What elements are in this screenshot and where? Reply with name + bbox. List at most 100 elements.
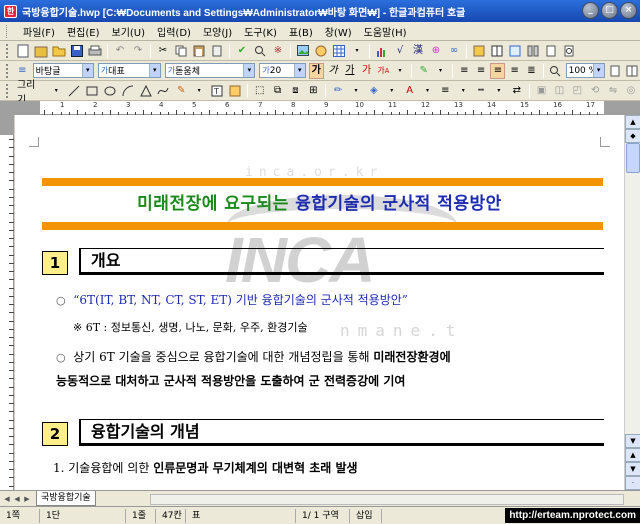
- menu-format[interactable]: 모양(J): [197, 24, 238, 39]
- scroll-down-icon[interactable]: ▼: [625, 434, 640, 448]
- insert-drawing-icon[interactable]: [313, 43, 329, 59]
- chevron-down-icon[interactable]: ▾: [243, 64, 255, 77]
- curve-icon[interactable]: [156, 83, 172, 99]
- paste-icon[interactable]: [191, 43, 207, 59]
- align-justify-button[interactable]: ≡: [457, 63, 472, 79]
- full-page-icon[interactable]: [608, 63, 623, 79]
- close-button[interactable]: ×: [620, 2, 637, 19]
- document-tab[interactable]: 국방융합기술: [36, 491, 96, 506]
- copy-icon[interactable]: [173, 43, 189, 59]
- document-page[interactable]: inca.or.kr INCA nmane.t 미래전장에 요구되는 융합기술의…: [15, 115, 624, 490]
- redo-icon[interactable]: ↷: [130, 43, 146, 59]
- open-folder-icon[interactable]: [51, 43, 67, 59]
- undo-icon[interactable]: ↶: [112, 43, 128, 59]
- align-left-button[interactable]: ≡: [474, 63, 489, 79]
- menu-grip[interactable]: [6, 24, 9, 38]
- two-page-icon[interactable]: [624, 63, 639, 79]
- line-color-icon[interactable]: ✏: [330, 83, 346, 99]
- menu-window[interactable]: 창(W): [319, 24, 358, 39]
- toolbar-grip[interactable]: [6, 43, 9, 58]
- next-page-icon[interactable]: ▼: [625, 462, 640, 476]
- textbox-icon[interactable]: T: [209, 83, 225, 99]
- chart-icon[interactable]: [374, 43, 390, 59]
- scroll-thumb[interactable]: [626, 143, 640, 173]
- hanja-icon[interactable]: 漢: [410, 43, 426, 59]
- page-setup-icon[interactable]: [543, 43, 559, 59]
- hyperlink-icon[interactable]: ∞: [446, 43, 462, 59]
- dash-dropdown-icon[interactable]: ▾: [491, 83, 507, 99]
- minimize-button[interactable]: _: [582, 2, 599, 19]
- spellcheck-icon[interactable]: ✔: [234, 43, 250, 59]
- highlight-button[interactable]: ✎: [416, 63, 431, 79]
- menu-edit[interactable]: 편집(E): [61, 24, 106, 39]
- new-document-icon[interactable]: [15, 43, 31, 59]
- align-center-button[interactable]: ≡: [490, 62, 506, 79]
- status-insert[interactable]: 삽입: [350, 508, 382, 523]
- line-style-icon[interactable]: ≡: [437, 83, 453, 99]
- scroll-up-icon[interactable]: ▲: [625, 115, 640, 129]
- font-color-dropdown-icon[interactable]: ▾: [420, 83, 436, 99]
- new-window-icon[interactable]: [33, 43, 49, 59]
- ellipse-icon[interactable]: [102, 83, 118, 99]
- prev-tab-icon[interactable]: ◀: [12, 493, 22, 505]
- fill-dropdown-icon[interactable]: ▾: [384, 83, 400, 99]
- chevron-down-icon[interactable]: ▾: [592, 64, 604, 77]
- menu-insert[interactable]: 입력(D): [151, 24, 197, 39]
- scroll-more-icon[interactable]: ·: [625, 476, 640, 490]
- bring-front-icon[interactable]: ⊞: [305, 83, 321, 99]
- polygon-icon[interactable]: [138, 83, 154, 99]
- group-icon[interactable]: ⧉: [270, 83, 286, 99]
- draw-dropdown-icon[interactable]: ▾: [48, 83, 64, 99]
- maximize-button[interactable]: □: [601, 2, 618, 19]
- vertical-ruler[interactable]: [0, 115, 14, 490]
- char-map-icon[interactable]: ※: [270, 43, 286, 59]
- line-icon[interactable]: [66, 83, 82, 99]
- table-dropdown-icon[interactable]: ▾: [349, 43, 365, 59]
- ungroup-icon[interactable]: ⧈: [288, 83, 304, 99]
- zoom-combo[interactable]: 100 % ▾: [565, 63, 605, 78]
- arc-icon[interactable]: [120, 83, 136, 99]
- select-object-icon[interactable]: ⬚: [252, 83, 268, 99]
- underline-button[interactable]: 가: [342, 63, 357, 79]
- fill-color-icon[interactable]: ◈: [366, 83, 382, 99]
- font-color-draw-icon[interactable]: A: [402, 83, 418, 99]
- pen-icon[interactable]: ✎: [173, 83, 189, 99]
- horizontal-scrollbar[interactable]: [150, 494, 624, 505]
- flip-icon[interactable]: ⇋: [605, 83, 621, 99]
- highlight-dropdown-icon[interactable]: ▾: [433, 63, 448, 79]
- image-frame-icon[interactable]: [227, 83, 243, 99]
- toolbar-grip[interactable]: [6, 63, 9, 78]
- distribute-button[interactable]: ≣: [524, 63, 539, 79]
- menu-file[interactable]: 파일(F): [17, 24, 61, 39]
- hwp-app-icon[interactable]: 한: [4, 4, 17, 18]
- dash-style-icon[interactable]: ┅: [473, 83, 489, 99]
- wrap-icon[interactable]: ◰: [569, 83, 585, 99]
- toolbar-grip[interactable]: [6, 83, 9, 98]
- first-tab-icon[interactable]: ◀: [2, 493, 12, 505]
- print-icon[interactable]: [87, 43, 103, 59]
- formula-icon[interactable]: √: [392, 43, 408, 59]
- chevron-down-icon[interactable]: ▾: [81, 64, 93, 77]
- rotate-icon[interactable]: ⟲: [587, 83, 603, 99]
- bookmark-icon[interactable]: ⊕: [428, 43, 444, 59]
- three-d-icon[interactable]: ◫: [552, 83, 568, 99]
- chevron-down-icon[interactable]: ▾: [148, 64, 160, 77]
- font-color-button[interactable]: 가: [359, 63, 374, 79]
- shape-dropdown-icon[interactable]: ▾: [191, 83, 207, 99]
- format-copy-icon[interactable]: [209, 43, 225, 59]
- arrow-style-icon[interactable]: ⇄: [509, 83, 525, 99]
- prev-page-icon[interactable]: ▲: [625, 448, 640, 462]
- insert-picture-icon[interactable]: [295, 43, 311, 59]
- grid-icon[interactable]: [507, 43, 523, 59]
- style-icon[interactable]: [471, 43, 487, 59]
- bold-button[interactable]: 가: [308, 62, 324, 79]
- italic-button[interactable]: 가: [326, 63, 341, 79]
- line-color-dropdown-icon[interactable]: ▾: [348, 83, 364, 99]
- menu-tools[interactable]: 도구(K): [238, 24, 283, 39]
- char-dropdown-icon[interactable]: ▾: [393, 63, 408, 79]
- vertical-scrollbar[interactable]: ▲ ◆ ▼ ▲ ▼ ·: [624, 115, 640, 490]
- shadow-icon[interactable]: ▣: [534, 83, 550, 99]
- font-size-combo[interactable]: 가 20 ▾: [259, 63, 306, 78]
- next-tab-icon[interactable]: ▶: [22, 493, 32, 505]
- column-icon[interactable]: [525, 43, 541, 59]
